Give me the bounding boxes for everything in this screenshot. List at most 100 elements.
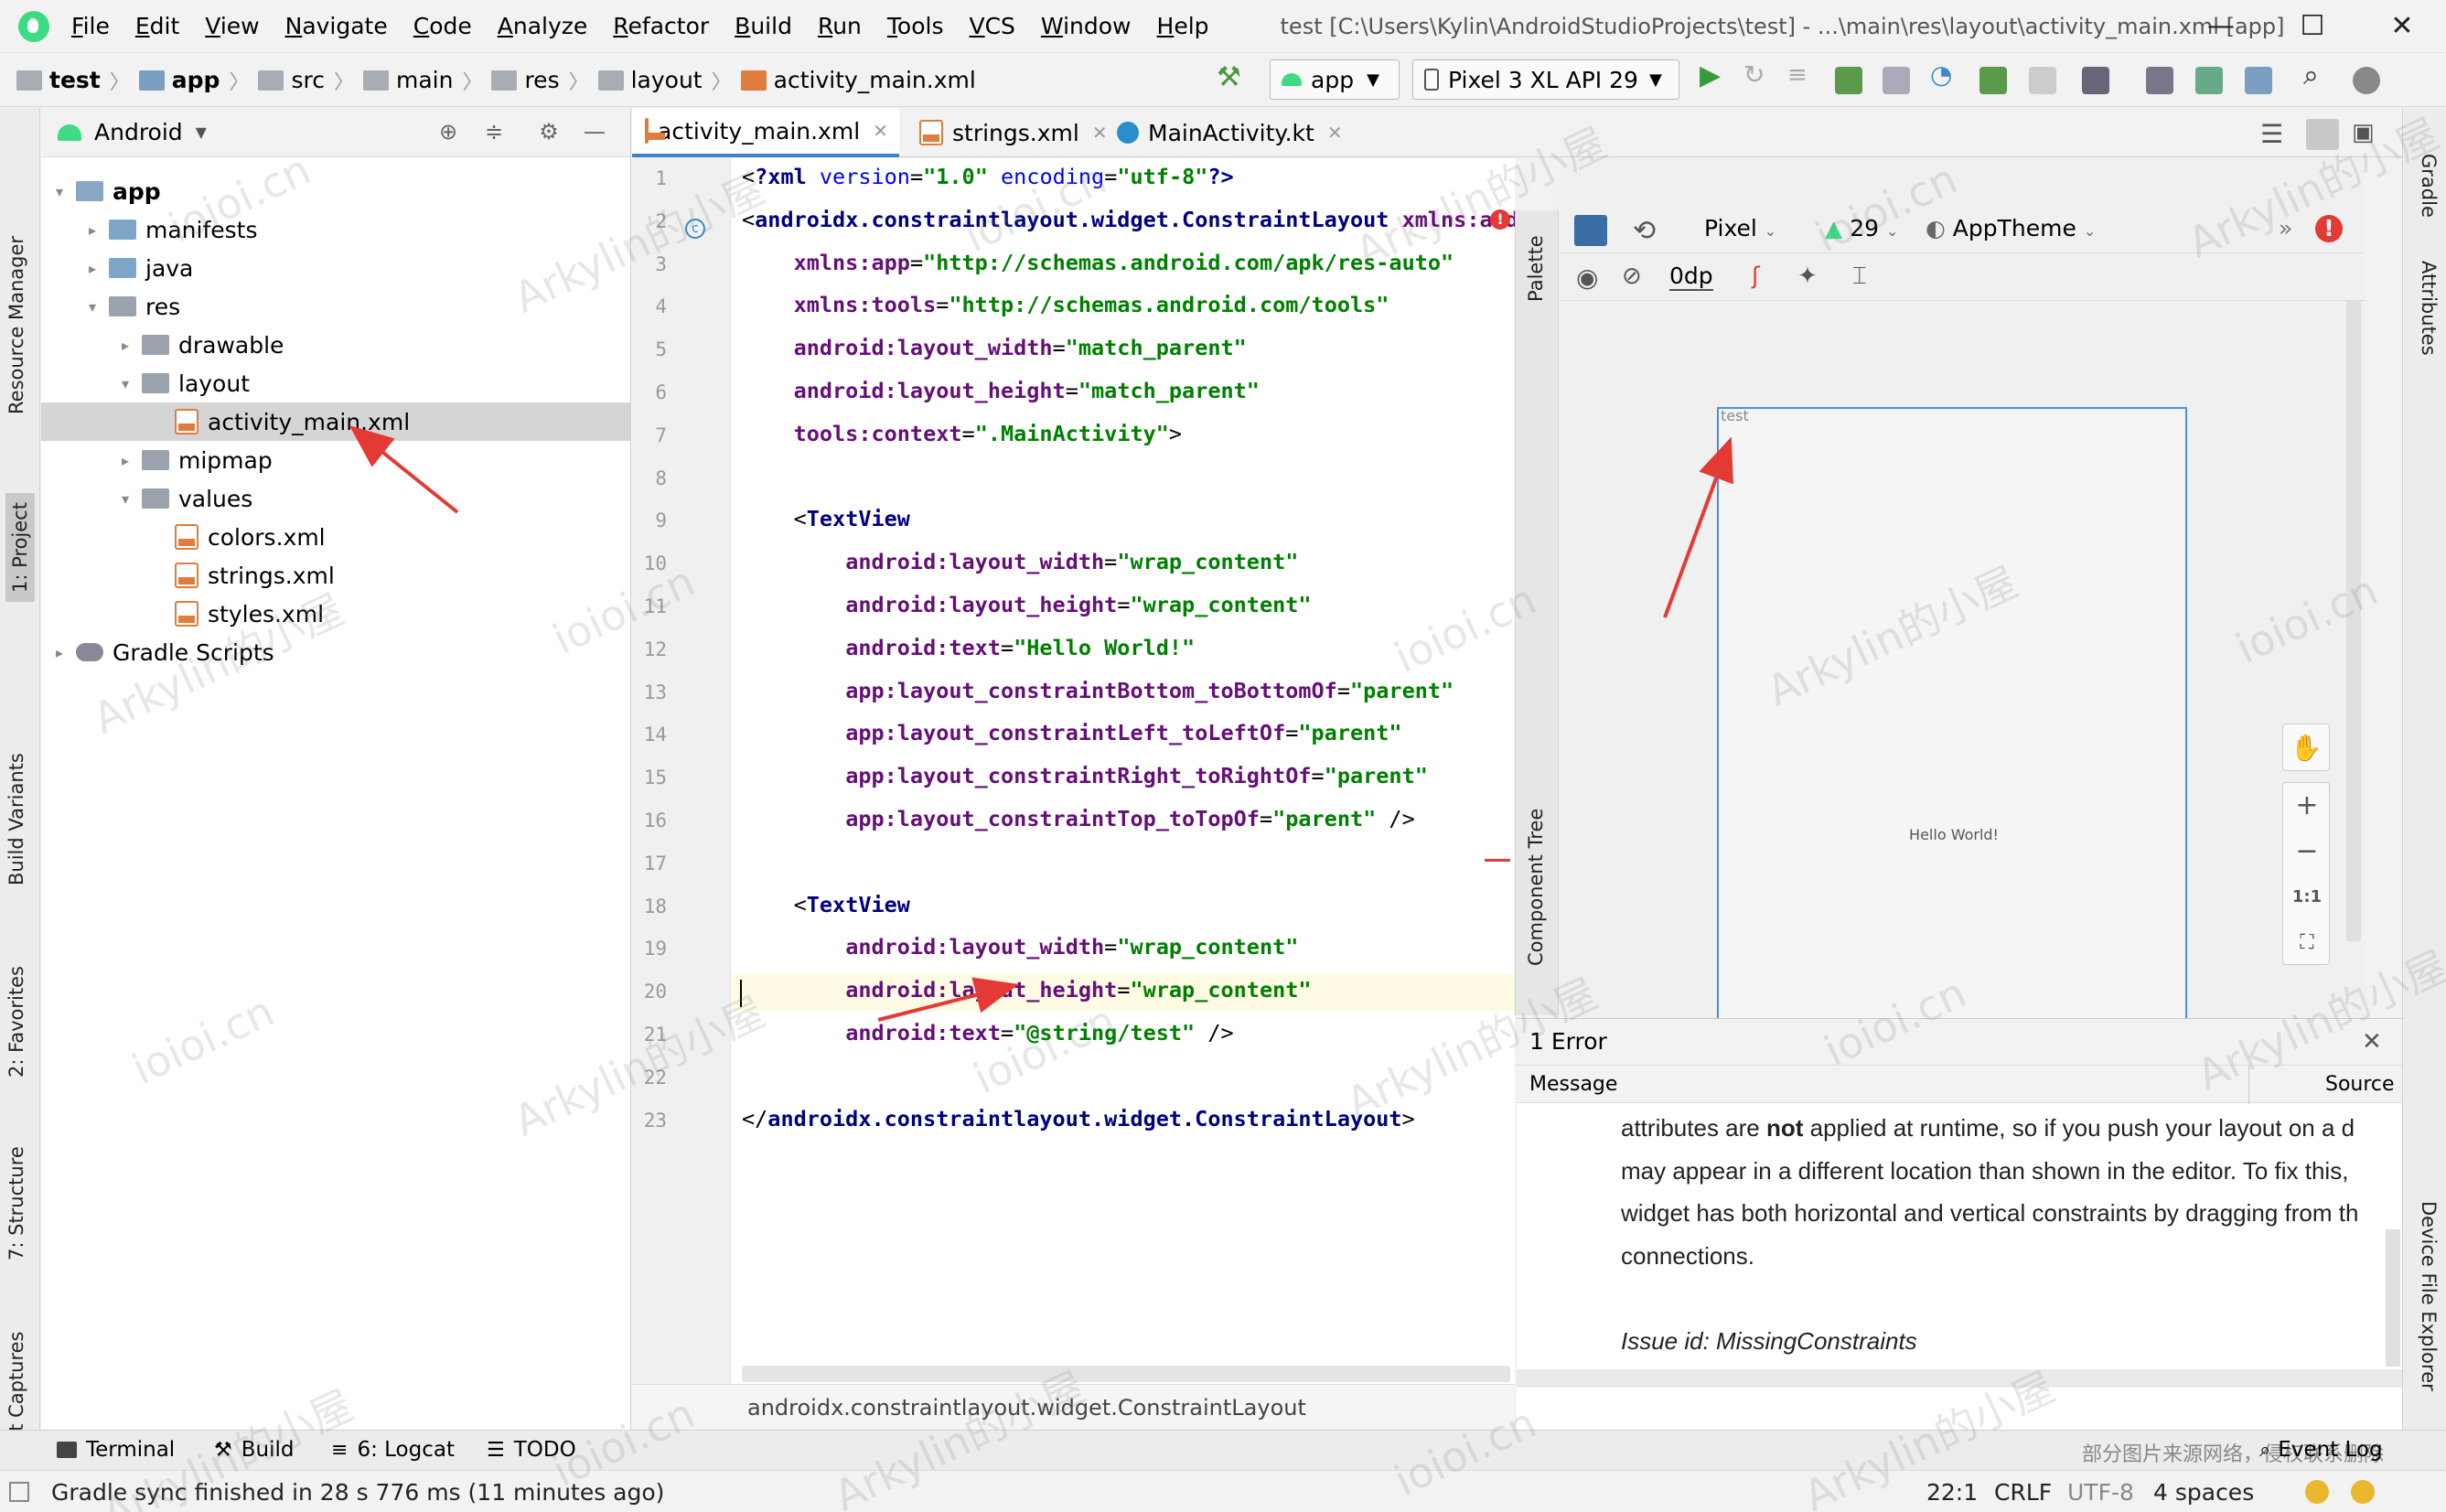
tab-todo[interactable]: ☰ TODO	[487, 1438, 576, 1462]
menu-window[interactable]: Window	[1041, 13, 1132, 39]
tab-build-variants[interactable]: Build Variants	[5, 753, 27, 885]
tab-main-activity[interactable]: MainActivity.kt ✕	[1104, 108, 1369, 157]
tab-resource-manager[interactable]: Resource Manager	[5, 236, 27, 414]
menu-file[interactable]: File	[71, 13, 110, 39]
tree-item[interactable]: colors.xml	[41, 518, 630, 556]
tree-item[interactable]: ▸ mipmap	[41, 441, 630, 479]
code-line[interactable]: <androidx.constraintlayout.widget.Constr…	[742, 201, 1531, 238]
project-view-mode[interactable]: Android	[94, 119, 183, 145]
make-project-hammer-icon[interactable]: ⚒	[1217, 61, 1244, 93]
code-line[interactable]: <?xml version="1.0" encoding="utf-8"?>	[742, 158, 1234, 195]
zoom-out-button[interactable]: −	[2283, 829, 2331, 874]
tab-build[interactable]: ⚒ Build	[214, 1438, 294, 1462]
chevron-right-icon[interactable]: ▸	[116, 452, 134, 469]
code-line[interactable]: app:layout_constraintRight_toRightOf="pa…	[742, 757, 1428, 794]
zoom-actual-size-button[interactable]: 1:1	[2283, 874, 2331, 920]
minimize-button[interactable]: —	[2194, 7, 2248, 46]
device-preview[interactable]: test Hello World!	[1717, 407, 2187, 1018]
tab-device-file-explorer[interactable]: Device File Explorer	[2418, 1201, 2440, 1391]
pan-hand-icon[interactable]: ✋	[2282, 724, 2330, 771]
more-icon[interactable]: »	[2279, 215, 2292, 241]
orientation-icon[interactable]: ⟲	[1633, 215, 1656, 247]
happy-face-icon[interactable]	[2305, 1480, 2329, 1504]
default-margin-select[interactable]: 0dp	[1669, 263, 1713, 291]
chevron-right-icon[interactable]: ▸	[116, 337, 134, 354]
error-scrollbar[interactable]	[2386, 1229, 2400, 1367]
close-window-button[interactable]: ✕	[2375, 7, 2430, 46]
menu-build[interactable]: Build	[735, 13, 792, 39]
tab-logcat[interactable]: ≡ 6: Logcat	[331, 1438, 455, 1462]
source-column-header[interactable]: Source	[2325, 1066, 2395, 1104]
debug-icon[interactable]	[1835, 67, 1862, 94]
run-icon[interactable]: ▶	[1700, 59, 1727, 91]
tree-item[interactable]: styles.xml	[41, 595, 630, 633]
tree-item[interactable]: ▸ drawable	[41, 326, 630, 364]
menu-tools[interactable]: Tools	[887, 13, 944, 39]
breadcrumb-src[interactable]: src 〉	[258, 66, 354, 95]
code-editor[interactable]: 1 2 3 4 5 6 7 8 9 10 11 12 13 14 15 16 17 18 19 20 21 22 23 <?…	[632, 158, 1531, 1430]
attach-process-icon[interactable]	[1979, 67, 2007, 94]
code-line[interactable]: android:layout_height="match_parent"	[742, 372, 1260, 409]
code-line[interactable]: app:layout_constraintTop_toTopOf="parent…	[742, 800, 1415, 837]
collapse-all-icon[interactable]: ≑	[480, 119, 508, 146]
chevron-down-icon[interactable]: ▾	[83, 298, 102, 316]
profile-icon[interactable]: ◔	[1930, 59, 1958, 90]
tab-gradle[interactable]: Gradle	[2418, 154, 2440, 218]
tab-palette[interactable]: Palette	[1525, 235, 1547, 302]
chevron-right-icon[interactable]: ▸	[50, 644, 69, 661]
hide-panel-icon[interactable]: —	[581, 119, 608, 146]
line-separator[interactable]: CRLF	[1994, 1479, 2052, 1506]
zoom-to-fit-icon[interactable]: ⛶	[2283, 920, 2331, 966]
preview-text-hello[interactable]: Hello World!	[1719, 826, 2189, 843]
class-gutter-icon[interactable]: c	[685, 219, 705, 239]
tab-terminal[interactable]: Terminal	[57, 1438, 175, 1462]
tool-windows-icon[interactable]	[9, 1482, 29, 1502]
error-badge-icon[interactable]: !	[2315, 215, 2343, 242]
code-line[interactable]: android:layout_height="wrap_content"	[742, 586, 1311, 623]
code-line[interactable]: android:layout_width="wrap_content"	[742, 928, 1298, 965]
code-line[interactable]: app:layout_constraintBottom_toBottomOf="…	[742, 672, 1454, 709]
chevron-right-icon[interactable]: ▸	[83, 221, 102, 239]
gear-icon[interactable]: ⚙	[535, 119, 563, 146]
sdk-manager-icon[interactable]	[2195, 67, 2223, 94]
run-config-select[interactable]: app ▼	[1270, 59, 1400, 100]
sad-face-icon[interactable]	[2351, 1480, 2375, 1504]
locate-icon[interactable]: ⊕	[434, 119, 462, 146]
menu-view[interactable]: View	[205, 13, 259, 39]
tab-structure[interactable]: 7: Structure	[5, 1146, 27, 1260]
caret-position[interactable]: 22:1	[1926, 1479, 1978, 1506]
chevron-down-icon[interactable]: ▾	[116, 375, 134, 392]
menu-edit[interactable]: Edit	[135, 13, 179, 39]
account-icon[interactable]	[2353, 67, 2380, 94]
autoconnect-icon[interactable]: ⊘	[1622, 263, 1642, 290]
stop-icon[interactable]	[2029, 67, 2056, 94]
code-line[interactable]: app:layout_constraintLeft_toLeftOf="pare…	[742, 714, 1401, 751]
device-select[interactable]: Pixel 3 XL API 29 ▼	[1412, 59, 1679, 100]
design-surface-icon[interactable]	[1574, 215, 1607, 246]
apply-changes-icon[interactable]: ↻	[1743, 59, 1771, 90]
breadcrumb-file[interactable]: activity_main.xml	[740, 67, 976, 93]
close-icon[interactable]: ✕	[2362, 1019, 2382, 1065]
preview-text-test[interactable]: test	[1721, 407, 1749, 424]
close-tab-icon[interactable]: ✕	[1327, 122, 1343, 144]
tree-item[interactable]: ▾ res	[41, 287, 630, 326]
search-icon[interactable]: ⌕	[2303, 59, 2331, 91]
code-line[interactable]: android:layout_height="wrap_content"	[742, 971, 1311, 1008]
sync-gradle-icon[interactable]	[2082, 67, 2109, 94]
guidelines-icon[interactable]: ⌶	[1852, 263, 1867, 291]
breadcrumb-app[interactable]: app 〉	[138, 66, 249, 95]
close-tab-icon[interactable]: ✕	[873, 120, 888, 142]
menu-code[interactable]: Code	[413, 13, 472, 39]
breadcrumb-main[interactable]: main 〉	[362, 66, 482, 95]
code-line[interactable]: android:text="Hello World!"	[742, 629, 1195, 666]
menu-refactor[interactable]: Refactor	[613, 13, 709, 39]
menu-vcs[interactable]: VCS	[969, 13, 1014, 39]
menu-navigate[interactable]: Navigate	[285, 13, 388, 39]
zoom-in-button[interactable]: +	[2283, 783, 2331, 829]
tree-item[interactable]: activity_main.xml	[41, 402, 630, 441]
tab-favorites[interactable]: 2: Favorites	[5, 966, 27, 1078]
chevron-right-icon[interactable]: ▸	[83, 260, 102, 277]
theme-select[interactable]: ◐ AppTheme ⌄	[1926, 215, 2096, 241]
tab-event-log[interactable]: ⌕ Event Log	[2259, 1438, 2383, 1462]
breadcrumb-test[interactable]: test 〉	[16, 66, 130, 95]
